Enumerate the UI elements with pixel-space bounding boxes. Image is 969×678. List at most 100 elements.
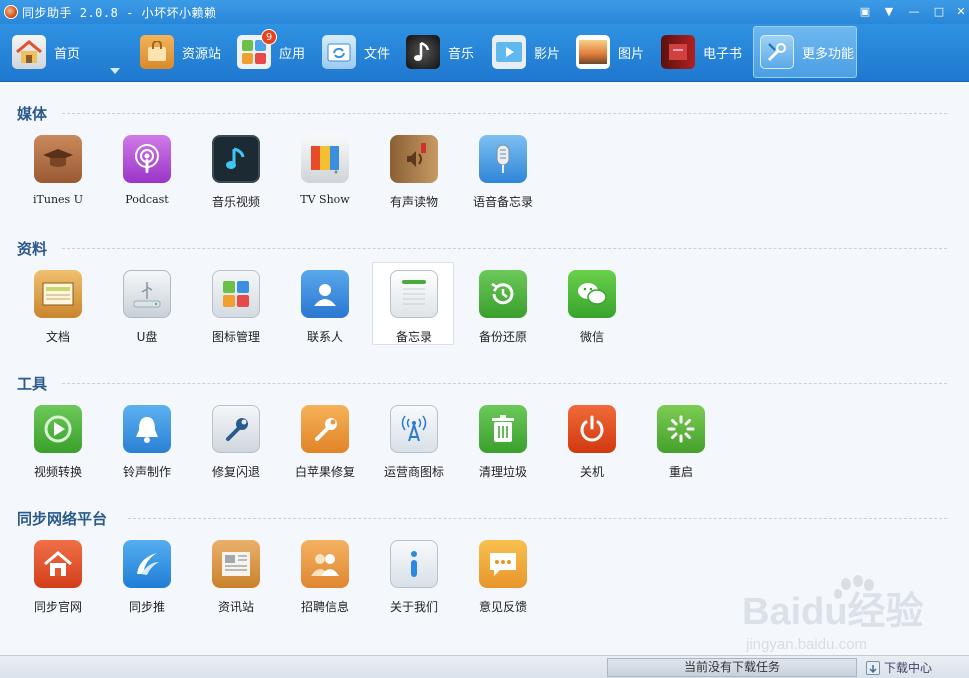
tile-ringtone[interactable]: 铃声制作 (106, 400, 188, 482)
tile-clean-junk[interactable]: 清理垃圾 (462, 400, 544, 482)
nav-files[interactable]: 文件 (322, 26, 390, 78)
tile-contacts[interactable]: 联系人 (284, 265, 366, 347)
tile-label: U盘 (136, 330, 158, 344)
tile-label: 同步官网 (33, 600, 82, 614)
download-center-link[interactable]: 下载中心 (866, 659, 932, 677)
tile-label: 有声读物 (389, 195, 438, 209)
maximize-icon[interactable]: □ (931, 4, 947, 20)
tile-label: TV Show (300, 193, 350, 206)
baidu-watermark: Baidu经验 jingyan.baidu.com (742, 572, 962, 654)
tile-music-video[interactable]: 音乐视频 (195, 130, 277, 212)
tile-label: 重启 (668, 465, 693, 479)
usb-drive-icon (123, 270, 171, 318)
close-icon[interactable]: ✕ (953, 4, 969, 20)
nav-resources[interactable]: 资源站 (140, 26, 221, 78)
nav-movies-label: 影片 (534, 46, 561, 62)
watermark-brand: Baidu经验 (742, 591, 924, 633)
podcast-icon (123, 135, 171, 183)
tile-itunes-u[interactable]: iTunes U (17, 130, 99, 212)
play-screen-icon (492, 35, 526, 69)
tile-restart[interactable]: 重启 (640, 400, 722, 482)
audiobook-icon (390, 135, 438, 183)
tile-tv-show[interactable]: TV Show (284, 130, 366, 212)
wrench-icon (212, 405, 260, 453)
download-center-label: 下载中心 (884, 661, 933, 675)
tile-label: 招聘信息 (300, 600, 349, 614)
tray-icon[interactable]: ▼ (881, 4, 897, 20)
folder-sync-icon (322, 35, 356, 69)
download-status: 当前没有下载任务 (607, 658, 857, 677)
music-video-icon (212, 135, 260, 183)
tile-label: 关机 (579, 465, 604, 479)
tile-backup-restore[interactable]: 备份还原 (462, 265, 544, 347)
tile-label: 同步推 (128, 600, 165, 614)
tile-official-site[interactable]: 同步官网 (17, 535, 99, 617)
tile-white-apple-fix[interactable]: 白苹果修复 (284, 400, 366, 482)
section-divider (62, 248, 947, 249)
minimize-icon[interactable]: — (906, 4, 922, 20)
tile-label: 备忘录 (395, 330, 432, 344)
nav-more-features[interactable]: 更多功能 (753, 26, 857, 78)
backup-restore-icon (479, 270, 527, 318)
status-bar: 当前没有下载任务 下载中心 (0, 655, 969, 678)
tile-documents[interactable]: 文档 (17, 265, 99, 347)
trash-icon (479, 405, 527, 453)
tile-label: 意见反馈 (478, 600, 527, 614)
tile-label: 清理垃圾 (478, 465, 527, 479)
tile-audiobook[interactable]: 有声读物 (373, 130, 455, 212)
tile-shutdown[interactable]: 关机 (551, 400, 633, 482)
tile-news[interactable]: 资讯站 (195, 535, 277, 617)
tile-label: 运营商图标 (383, 465, 444, 479)
nav-ebooks[interactable]: 电子书 (661, 26, 742, 78)
nav-more-features-label: 更多功能 (802, 46, 855, 62)
feedback-icon (479, 540, 527, 588)
tile-label: 图标管理 (211, 330, 260, 344)
document-box-icon (34, 270, 82, 318)
tile-usb-drive[interactable]: U盘 (106, 265, 188, 347)
tile-podcast[interactable]: Podcast (106, 130, 188, 212)
nav-apps[interactable]: 9 应用 (237, 26, 305, 78)
chevron-down-icon[interactable] (110, 68, 120, 74)
microphone-icon (479, 135, 527, 183)
tools-icon (760, 35, 794, 69)
tile-wechat[interactable]: 微信 (551, 265, 633, 347)
video-convert-icon (34, 405, 82, 453)
tile-feedback[interactable]: 意见反馈 (462, 535, 544, 617)
nav-photos[interactable]: 图片 (576, 26, 644, 78)
pin-icon[interactable]: ▣ (857, 4, 873, 20)
watermark-url: jingyan.baidu.com (745, 636, 867, 653)
section-divider (128, 518, 947, 519)
music-note-icon (406, 35, 440, 69)
content-area: 媒体 iTunes U Podcast 音乐视频 TV Show 有声读物 语音… (0, 83, 969, 655)
people-icon (301, 540, 349, 588)
nav-apps-label: 应用 (279, 46, 306, 62)
tile-label: 备份还原 (478, 330, 527, 344)
tile-fix-crash[interactable]: 修复闪退 (195, 400, 277, 482)
tile-video-convert[interactable]: 视频转换 (17, 400, 99, 482)
nav-home[interactable]: 首页 (12, 26, 80, 78)
tile-tongbutui[interactable]: 同步推 (106, 535, 188, 617)
nav-movies[interactable]: 影片 (492, 26, 560, 78)
graduation-cap-icon (34, 135, 82, 183)
tile-carrier-icon[interactable]: 运营商图标 (373, 400, 455, 482)
tile-about-us[interactable]: 关于我们 (373, 535, 455, 617)
tile-label: 资讯站 (217, 600, 254, 614)
tile-recruitment[interactable]: 招聘信息 (284, 535, 366, 617)
title-bar: 同步助手 2.0.8 - 小坏坏小赖赖 ▣ ▼ — □ ✕ (0, 0, 969, 24)
newspaper-icon (212, 540, 260, 588)
nav-music[interactable]: 音乐 (406, 26, 474, 78)
download-icon (866, 661, 880, 675)
tile-notes[interactable]: 备忘录 (372, 262, 454, 345)
tile-label: 语音备忘录 (472, 195, 533, 209)
tile-label: iTunes U (33, 193, 83, 206)
tile-voice-memo[interactable]: 语音备忘录 (462, 130, 544, 212)
book-icon (661, 35, 695, 69)
tile-label: 铃声制作 (122, 465, 171, 479)
nav-files-label: 文件 (364, 46, 391, 62)
tile-label: 修复闪退 (211, 465, 260, 479)
tile-icon-manager[interactable]: 图标管理 (195, 265, 277, 347)
nav-home-label: 首页 (54, 46, 81, 62)
section-divider (62, 113, 947, 114)
app-logo-icon (4, 5, 18, 19)
home-icon (12, 35, 46, 69)
